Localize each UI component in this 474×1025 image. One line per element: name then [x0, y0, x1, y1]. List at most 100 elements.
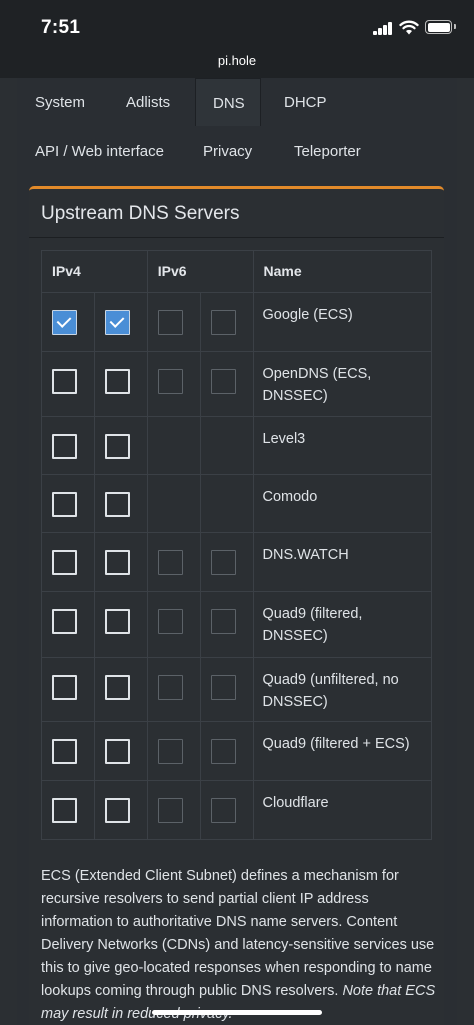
checkbox-cell [199, 591, 254, 658]
server-name: Quad9 (unfiltered, no DNSSEC) [252, 657, 432, 722]
server-name: Google (ECS) [252, 292, 432, 352]
checkbox-cell [199, 780, 254, 840]
table-header-row: IPv4 IPv6 Name [41, 250, 432, 293]
tab-dns[interactable]: DNS [195, 78, 261, 126]
cellular-signal-icon [373, 22, 394, 35]
ipv6-secondary-checkbox [210, 609, 236, 634]
checkbox-cell [93, 780, 148, 840]
ipv6-secondary-checkbox [210, 798, 236, 823]
dns-servers-table: IPv4 IPv6 Name Google (ECS) OpenDNS (ECS,… [41, 250, 432, 840]
ipv6-primary-checkbox [157, 675, 183, 700]
checkbox-cell [41, 351, 95, 417]
ipv4-primary-checkbox[interactable] [52, 798, 77, 823]
tab-privacy[interactable]: Privacy [203, 143, 252, 160]
url-text: pi.hole [217, 53, 257, 68]
dns-servers-body: Google (ECS) OpenDNS (ECS, DNSSEC) Level3 C… [41, 292, 432, 840]
server-name: DNS.WATCH [252, 532, 432, 592]
checkbox-cell [199, 351, 254, 417]
checkbox-cell [146, 780, 201, 840]
ipv4-secondary-checkbox[interactable] [104, 550, 130, 575]
ipv4-primary-checkbox[interactable] [52, 492, 77, 517]
panel-divider [29, 237, 444, 238]
ipv6-secondary-checkbox [210, 739, 236, 764]
ipv6-primary-checkbox [157, 310, 183, 335]
ipv4-secondary-checkbox[interactable] [104, 798, 130, 823]
checkbox-cell [93, 351, 148, 417]
ipv4-secondary-checkbox[interactable] [104, 739, 130, 764]
panel-title: Upstream DNS Servers [41, 203, 240, 224]
checkbox-cell [199, 474, 254, 533]
ipv6-primary-checkbox [157, 798, 183, 823]
header-ipv6: IPv6 [146, 250, 254, 293]
ipv4-primary-checkbox[interactable] [52, 369, 77, 394]
server-name: Level3 [252, 416, 432, 475]
ipv4-secondary-checkbox[interactable] [104, 369, 130, 394]
checkbox-cell [41, 780, 95, 840]
checkbox-cell [146, 591, 201, 658]
checkbox-cell [146, 292, 201, 352]
checkbox-cell [93, 721, 148, 781]
ipv4-primary-checkbox[interactable] [52, 550, 77, 575]
checkbox-cell [146, 532, 201, 592]
ipv4-primary-checkbox[interactable] [52, 310, 77, 335]
table-row: Cloudflare [41, 780, 432, 840]
tab-api-web-interface[interactable]: API / Web interface [35, 143, 164, 160]
ipv6-primary-checkbox [157, 369, 183, 394]
ipv4-primary-checkbox[interactable] [52, 434, 77, 459]
checkbox-cell [146, 721, 201, 781]
checkbox-cell [199, 532, 254, 592]
ipv4-secondary-checkbox[interactable] [104, 492, 130, 517]
header-ipv4: IPv4 [41, 250, 148, 293]
checkbox-cell [93, 657, 148, 722]
checkbox-cell [41, 416, 95, 475]
checkbox-cell [93, 591, 148, 658]
checkbox-cell [146, 474, 201, 533]
ipv4-primary-checkbox[interactable] [52, 675, 77, 700]
ipv6-primary-checkbox [157, 550, 183, 575]
server-name: OpenDNS (ECS, DNSSEC) [252, 351, 432, 417]
ipv4-primary-checkbox[interactable] [52, 739, 77, 764]
checkbox-cell [199, 292, 254, 352]
ipv4-secondary-checkbox[interactable] [104, 310, 130, 335]
checkbox-cell [93, 474, 148, 533]
table-row: Quad9 (unfiltered, no DNSSEC) [41, 657, 432, 722]
tab-dhcp[interactable]: DHCP [284, 94, 327, 111]
ipv6-primary-checkbox [157, 609, 183, 634]
table-row: OpenDNS (ECS, DNSSEC) [41, 351, 432, 417]
status-bar: 7:51 [0, 0, 474, 52]
checkbox-cell [146, 351, 201, 417]
checkbox-cell [41, 532, 95, 592]
checkbox-cell [41, 474, 95, 533]
ipv4-secondary-checkbox[interactable] [104, 434, 130, 459]
tab-teleporter[interactable]: Teleporter [294, 143, 361, 160]
checkbox-cell [41, 721, 95, 781]
browser-url-bar[interactable]: pi.hole [0, 52, 474, 78]
checkbox-cell [146, 657, 201, 722]
ipv6-primary-checkbox [157, 739, 183, 764]
table-row: Google (ECS) [41, 292, 432, 352]
ipv4-secondary-checkbox[interactable] [104, 675, 130, 700]
checkbox-cell [41, 591, 95, 658]
table-row: Level3 [41, 416, 432, 475]
checkbox-cell [93, 416, 148, 475]
wifi-icon [399, 20, 419, 35]
ecs-description: ECS (Extended Client Subnet) defines a m… [41, 868, 436, 1022]
server-name: Comodo [252, 474, 432, 533]
table-row: Quad9 (filtered + ECS) [41, 721, 432, 781]
table-row: Comodo [41, 474, 432, 533]
server-name: Quad9 (filtered + ECS) [252, 721, 432, 781]
home-indicator[interactable] [152, 1010, 322, 1015]
checkbox-cell [41, 292, 95, 352]
checkbox-cell [93, 532, 148, 592]
ipv4-primary-checkbox[interactable] [52, 609, 77, 634]
tab-adlists[interactable]: Adlists [126, 94, 170, 111]
checkbox-cell [199, 721, 254, 781]
tab-system[interactable]: System [35, 94, 85, 111]
ipv6-secondary-checkbox [210, 550, 236, 575]
ipv4-secondary-checkbox[interactable] [104, 609, 130, 634]
checkbox-cell [146, 416, 201, 475]
status-time: 7:51 [41, 17, 81, 38]
checkbox-cell [199, 657, 254, 722]
ipv6-secondary-checkbox [210, 675, 236, 700]
checkbox-cell [41, 657, 95, 722]
